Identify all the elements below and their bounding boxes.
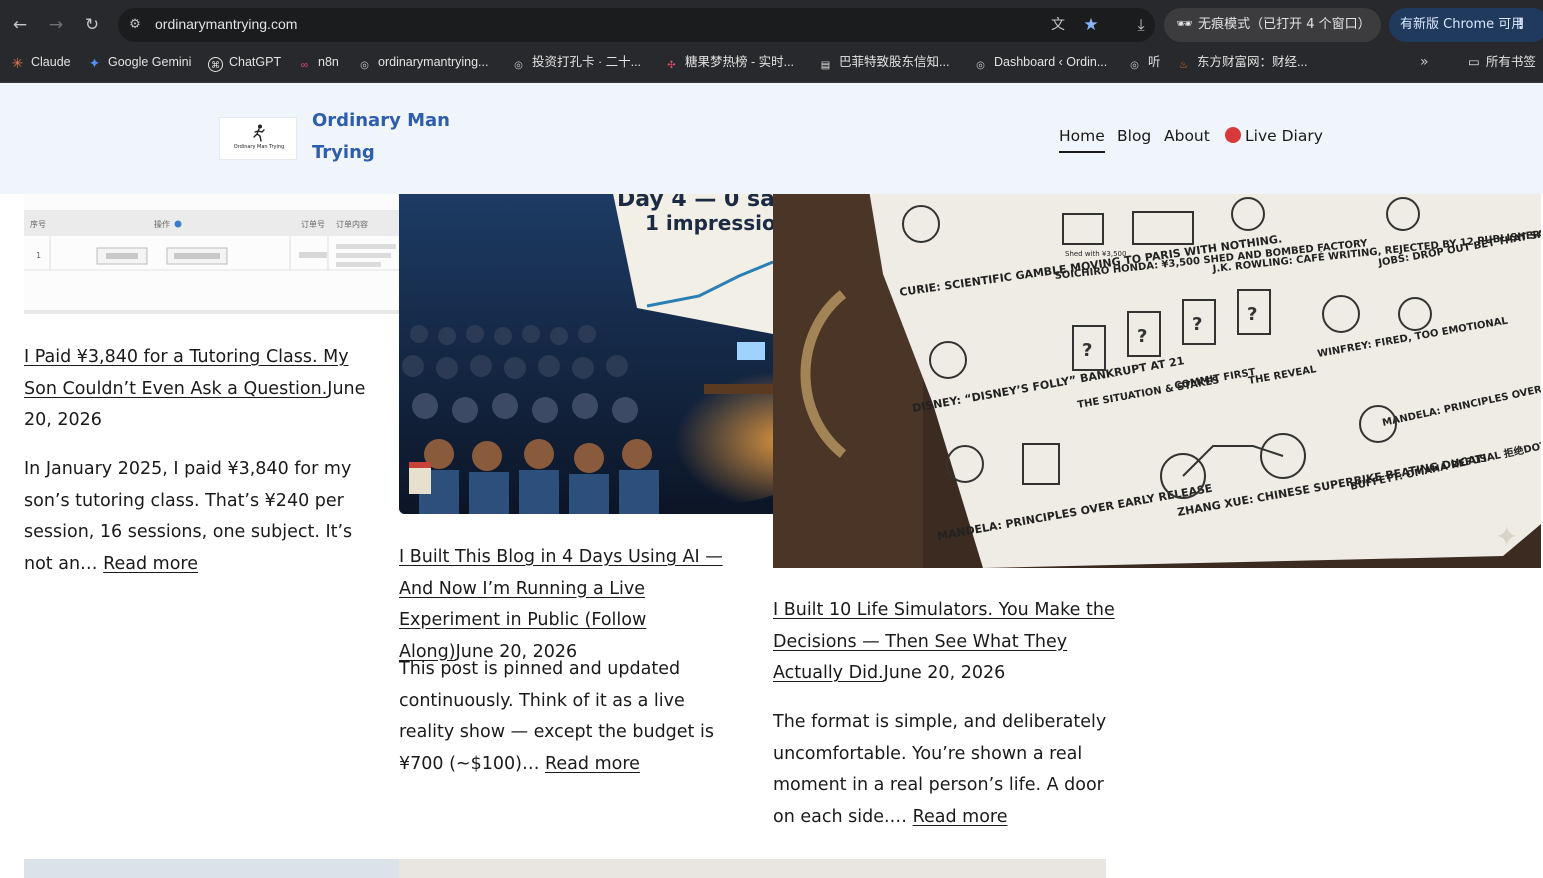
claude-icon: ✳ (11, 55, 24, 71)
post-3-date: June 20, 2026 (883, 663, 1006, 683)
sparkle-icon: ✦ (1495, 520, 1518, 553)
pinwheel-icon: ✣ (667, 60, 676, 71)
post-2-read-more[interactable]: Read more (545, 754, 640, 774)
post-3-excerpt: The format is simple, and deliberately u… (773, 712, 1107, 827)
post-2-title: I Built This Blog in 4 Days Using AI — A… (399, 542, 744, 668)
nav-blog[interactable]: Blog (1117, 127, 1151, 145)
table-header-no: 序号 (30, 219, 46, 229)
chatgpt-icon: ⌘ (208, 57, 223, 72)
all-bookmarks-folder[interactable]: ▭ 所有书签 (1468, 50, 1536, 74)
svg-text:?: ? (1082, 340, 1092, 361)
book-icon: ▤ (820, 60, 831, 71)
site-title[interactable]: Ordinary Man Trying (312, 105, 462, 169)
globe-icon: ◎ (976, 60, 985, 71)
post-3-thumbnail[interactable]: CURIE: SCIENTIFIC GAMBLE MOVING TO PARIS… (773, 194, 1541, 568)
post-3-read-more[interactable]: Read more (913, 807, 1008, 827)
folder-icon: ▭ (1468, 54, 1480, 69)
post-1-excerpt: In January 2025, I paid ¥3,840 for my so… (24, 459, 353, 574)
bookmark-gemini[interactable]: ✦ Google Gemini (87, 50, 192, 74)
bookmark-eastmoney[interactable]: ♨ 东方财富网：财经... (1176, 50, 1307, 74)
nav-about[interactable]: About (1164, 127, 1210, 145)
svg-text:?: ? (1247, 304, 1257, 325)
bookmark-n8n[interactable]: ∞ n8n (297, 50, 339, 74)
eastmoney-icon: ♨ (1179, 60, 1188, 71)
post-grid: 序号 操作 订单号 订单内容 1 Day 4 — 0 sa 1 impressi… (0, 194, 1543, 878)
site-logo[interactable]: Ordinary Man Trying (219, 117, 297, 160)
post-3-title: I Built 10 Life Simulators. You Make the… (773, 595, 1131, 690)
bookmark-dashboard[interactable]: ◎ Dashboard ‹ Ordin... (973, 50, 1107, 74)
incognito-label: 无痕模式（已打开 4 个窗口） (1198, 17, 1371, 32)
bookmark-star-icon[interactable]: ★ (1081, 15, 1101, 35)
post-1-thumbnail[interactable]: 序号 操作 订单号 订单内容 1 (24, 194, 399, 314)
next-post-thumbnail[interactable] (24, 859, 1106, 878)
post-1-title: I Paid ¥3,840 for a Tutoring Class. My S… (24, 342, 379, 437)
url-text[interactable]: ordinarymantrying.com (155, 16, 297, 32)
theater-audience-illustration: Day 4 — 0 sa 1 impression (399, 194, 773, 514)
incognito-icon: 🕶 (1176, 17, 1193, 32)
table-header-content: 订单内容 (336, 219, 368, 229)
address-bar[interactable]: ⚙ ordinarymantrying.com 文 ★ (118, 8, 1155, 42)
translate-icon[interactable]: 文 (1048, 15, 1068, 35)
bookmarks-bar: ✳ Claude ✦ Google Gemini ⌘ ChatGPT ∞ n8n ◎ or… (0, 50, 1543, 83)
bookmark-ordinarymantrying[interactable]: ◎ ordinarymantrying... (357, 50, 488, 74)
browser-toolbar: ← → ↻ ⚙ ordinarymantrying.com 文 ★ ⤓ 🕶 无痕… (0, 0, 1543, 50)
gemini-icon: ✦ (88, 55, 101, 71)
incognito-indicator[interactable]: 🕶 无痕模式（已打开 4 个窗口） (1164, 8, 1381, 42)
bookmark-hot-list[interactable]: ✣ 糖果梦热榜 - 实时... (664, 50, 794, 74)
bookmark-listen[interactable]: ◎ 听 (1127, 50, 1160, 74)
runner-logo-icon (253, 124, 265, 142)
n8n-icon: ∞ (300, 60, 309, 71)
table-row-no: 1 (36, 251, 41, 260)
slide-line-2: 1 impression (645, 211, 773, 235)
globe-icon: ◎ (360, 60, 369, 71)
globe-icon: ◎ (514, 60, 523, 71)
bookmarks-overflow-icon[interactable]: » (1420, 50, 1429, 74)
svg-text:?: ? (1137, 326, 1147, 347)
more-menu-icon[interactable]: ⋮ (1514, 8, 1527, 42)
post-2-thumbnail[interactable]: Day 4 — 0 sa 1 impression (399, 194, 773, 514)
nav-home[interactable]: Home (1059, 127, 1105, 153)
shed-caption: Shed with ¥3,500 (1065, 250, 1126, 258)
table-header-action: 操作 (154, 219, 170, 229)
svg-text:?: ? (1192, 314, 1202, 335)
site-header: Ordinary Man Trying Ordinary Man Trying … (0, 83, 1543, 194)
bookmark-buffett[interactable]: ▤ 巴菲特致股东信知... (818, 50, 950, 74)
reload-icon[interactable]: ↻ (80, 13, 104, 37)
forward-arrow-icon[interactable]: → (44, 13, 68, 37)
chrome-update-button[interactable]: 有新版 Chrome 可用 ⋮ (1389, 8, 1543, 42)
post-2-excerpt: This post is pinned and updated continuo… (399, 659, 714, 774)
order-table-screenshot: 序号 操作 订单号 订单内容 1 (24, 210, 399, 271)
table-header-order: 订单号 (301, 219, 325, 229)
post-1-title-link[interactable]: I Paid ¥3,840 for a Tutoring Class. My S… (24, 347, 349, 399)
back-arrow-icon[interactable]: ← (8, 13, 32, 37)
logo-caption: Ordinary Man Trying (233, 144, 285, 150)
update-label: 有新版 Chrome 可用 (1400, 17, 1525, 32)
live-dot-icon (1225, 127, 1241, 143)
bookmark-punch-card[interactable]: ◎ 投资打孔卡 · 二十... (511, 50, 641, 74)
next-post-thumbnail-left (24, 859, 399, 878)
globe-icon: ◎ (1130, 60, 1139, 71)
bookmark-chatgpt[interactable]: ⌘ ChatGPT (208, 50, 281, 74)
life-simulators-sketch: CURIE: SCIENTIFIC GAMBLE MOVING TO PARIS… (773, 194, 1541, 568)
post-1-read-more[interactable]: Read more (103, 554, 198, 574)
nav-live-diary[interactable]: Live Diary (1225, 127, 1323, 145)
site-info-icon[interactable]: ⚙ (126, 16, 144, 34)
bookmark-claude[interactable]: ✳ Claude (10, 50, 71, 74)
slide-line-1: Day 4 — 0 sa (617, 194, 773, 212)
download-icon[interactable]: ⤓ (1129, 13, 1153, 37)
